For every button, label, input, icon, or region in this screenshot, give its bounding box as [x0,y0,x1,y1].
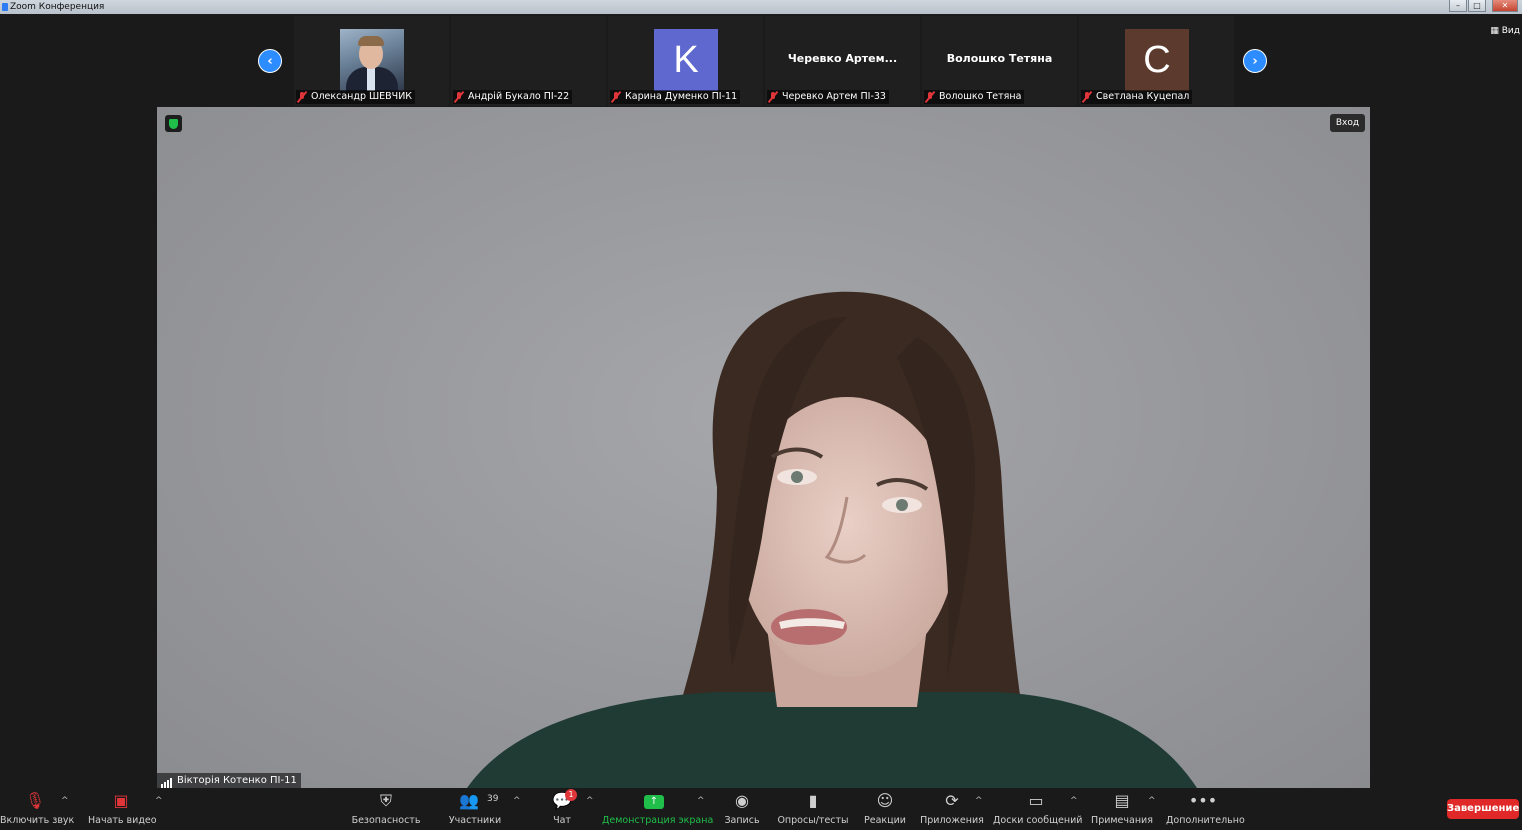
share-screen-label: Демонстрация экрана [602,815,714,826]
audio-options-caret[interactable]: ^ [61,796,69,806]
next-page-button[interactable]: › [1243,49,1267,73]
participant-caption: Черевко Артем ПІ-33 [767,90,889,104]
unmute-label: Включить звук [0,815,75,826]
emoji-plus-icon: ☺ [876,791,894,810]
start-video-label: Начать видео [88,815,157,826]
record-icon: ◉ [735,791,749,810]
mic-muted-icon [296,91,308,103]
participant-avatar: K [654,29,718,91]
participant-name: Светлана Куцепал [1096,91,1190,102]
apps-options-caret[interactable]: ^ [975,796,983,806]
participant-caption: Волошко Тетяна [924,90,1025,104]
participant-caption: Карина Думенко ПІ-11 [610,90,741,104]
main-video [157,107,1370,788]
chevron-left-icon: ‹ [267,53,273,69]
video-options-caret[interactable]: ^ [155,796,163,806]
record-label: Запись [724,815,760,826]
close-button[interactable]: ✕ [1492,0,1518,12]
chat-label: Чат [553,815,571,826]
participants-count: 39 [487,794,499,804]
participant-name: Олександр ШЕВЧИК [311,91,413,102]
notes-options-caret[interactable]: ^ [1148,796,1156,806]
share-screen-button[interactable]: ↑ Демонстрация экрана [602,788,714,830]
participant-display-name: Волошко Тетяна [946,52,1053,65]
participant-caption: Андрій Букало ПІ-22 [453,90,573,104]
window-title: Zoom Конференция [10,2,105,12]
apps-label: Приложения [920,815,984,826]
view-label: Вид [1501,26,1520,36]
reactions-button[interactable]: ☺ Реакции [860,788,910,830]
participant-name: Волошко Тетяна [939,91,1022,102]
mic-muted-icon [1081,91,1093,103]
record-button[interactable]: ◉ Запись [720,788,764,830]
enter-button[interactable]: Вход [1330,114,1365,132]
more-label: Дополнительно [1166,815,1245,826]
participants-options-caret[interactable]: ^ [513,796,521,806]
share-options-caret[interactable]: ^ [697,796,705,806]
participant-name: Черевко Артем ПІ-33 [782,91,886,102]
security-button[interactable]: ⛨ Безопасность [350,788,422,830]
minimize-button[interactable]: – [1449,0,1467,12]
prev-page-button[interactable]: ‹ [258,49,282,73]
whiteboards-label: Доски сообщений [993,815,1083,826]
notes-button[interactable]: ▤ Примечания [1090,788,1154,830]
meeting-toolbar: 🎙 Включить звук ^ ▣ Начать видео ^ ⛨ Без… [0,788,1522,830]
participant-tile[interactable]: Олександр ШЕВЧИК [294,16,449,106]
speaker-video-frame [467,291,1197,788]
share-screen-icon: ↑ [644,795,664,809]
mic-muted-icon: 🎙 [24,791,46,810]
window-titlebar: Zoom Конференция – □ ✕ [0,0,1522,14]
participants-button[interactable]: 👥 39 Участники [445,788,505,830]
participant-name: Андрій Букало ПІ-22 [468,91,570,102]
participant-avatar: C [1125,29,1189,91]
participant-display-name: Черевко Артем... [787,52,898,65]
participant-caption: Олександр ШЕВЧИК [296,90,416,104]
mic-muted-icon [453,91,465,103]
participants-label: Участники [448,815,502,826]
unmute-button[interactable]: 🎙 Включить звук [0,788,75,830]
encryption-shield-icon[interactable] [165,115,182,132]
participant-tile[interactable]: C Светлана Куцепал [1079,16,1234,106]
polls-button[interactable]: ▮ Опросы/тесты [777,788,849,830]
zoom-app-icon [2,3,8,11]
chevron-right-icon: › [1252,53,1258,69]
participant-photo [340,29,404,91]
mic-muted-icon [767,91,779,103]
security-label: Безопасность [351,815,421,826]
mic-muted-icon [610,91,622,103]
speaker-name-label: Вікторія Котенко ПІ-11 [157,773,301,788]
apps-icon: ⟳ [945,791,959,810]
bar-chart-icon: ▮ [808,791,818,810]
shield-icon: ⛨ [379,791,393,810]
start-video-button[interactable]: ▣ Начать видео [88,788,157,830]
notes-label: Примечания [1091,815,1153,826]
signal-strength-icon [161,773,173,788]
participant-tile[interactable]: Андрій Букало ПІ-22 [451,16,606,106]
mic-muted-icon [924,91,936,103]
end-meeting-button[interactable]: Завершение [1447,799,1519,819]
view-button[interactable]: ▦ Вид [1490,26,1520,36]
chat-unread-badge: 1 [565,789,577,801]
maximize-button[interactable]: □ [1468,0,1486,12]
whiteboard-icon: ▭ [1028,791,1044,810]
participant-caption: Светлана Куцепал [1081,90,1193,104]
participant-tile[interactable]: Волошко Тетяна Волошко Тетяна [922,16,1077,106]
whiteboards-options-caret[interactable]: ^ [1070,796,1078,806]
apps-button[interactable]: ⟳ Приложения [920,788,984,830]
more-button[interactable]: ••• Дополнительно [1166,788,1245,830]
people-icon: 👥 [459,791,479,810]
participant-strip: Олександр ШЕВЧИК Андрій Букало ПІ-22 K К… [294,16,1234,106]
participant-name: Карина Думенко ПІ-11 [625,91,738,102]
ellipsis-icon: ••• [1188,791,1218,810]
reactions-label: Реакции [864,815,906,826]
participant-tile[interactable]: K Карина Думенко ПІ-11 [608,16,763,106]
notes-icon: ▤ [1114,791,1130,810]
video-off-icon: ▣ [113,791,129,810]
participant-tile[interactable]: Черевко Артем... Черевко Артем ПІ-33 [765,16,920,106]
whiteboards-button[interactable]: ▭ Доски сообщений [993,788,1083,830]
chat-button[interactable]: 💬 1 Чат [545,788,579,830]
speaker-name: Вікторія Котенко ПІ-11 [177,775,297,786]
chat-options-caret[interactable]: ^ [586,796,594,806]
polls-label: Опросы/тесты [777,815,849,826]
